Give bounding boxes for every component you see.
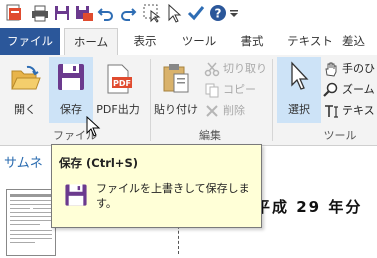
text-tool-button[interactable]: テキスト xyxy=(323,102,377,120)
help-icon[interactable]: ? xyxy=(208,3,228,23)
tab-file[interactable]: ファイル xyxy=(0,28,60,55)
group-separator xyxy=(150,59,151,141)
text-tool-label: テキスト xyxy=(342,104,377,117)
save-button[interactable]: 保存 xyxy=(49,57,93,123)
text-cursor-icon xyxy=(325,105,338,118)
page-thumbnail[interactable] xyxy=(6,189,56,256)
select-icon[interactable] xyxy=(164,3,184,23)
quick-access-toolbar: ? xyxy=(0,0,377,28)
copy-button[interactable]: コピー xyxy=(204,81,256,99)
delete-x-icon xyxy=(206,105,218,117)
svg-text:?: ? xyxy=(215,7,222,21)
zoom-tool-button[interactable]: ズーム xyxy=(323,81,375,99)
pdf-output-label: PDF出力 xyxy=(96,103,140,116)
app-icon xyxy=(6,4,21,21)
save-tooltip: 保存 (Ctrl+S) ファイルを上書きして保存します。 xyxy=(51,144,262,228)
edit-group-label: 編集 xyxy=(199,129,221,142)
pdf-badge-text: PDF xyxy=(113,79,131,88)
save-icon[interactable] xyxy=(52,3,72,23)
save-floppy-icon xyxy=(58,64,84,90)
undo-icon[interactable] xyxy=(96,3,116,23)
clipboard-icon xyxy=(163,64,189,93)
zoom-magnifier-icon xyxy=(323,82,338,97)
hand-tool-label: 手のひ xyxy=(342,62,375,75)
tab-text[interactable]: テキスト xyxy=(284,28,336,55)
hand-tool-button[interactable]: 手のひ xyxy=(323,60,375,78)
select-cursor-icon xyxy=(291,61,309,90)
thumbnail-preview xyxy=(10,194,52,243)
save-pdf-icon[interactable] xyxy=(74,3,94,23)
save-floppy-icon xyxy=(65,184,87,206)
customize-dropdown-icon[interactable] xyxy=(228,3,240,23)
delete-label: 削除 xyxy=(223,104,245,117)
open-folder-icon xyxy=(11,65,41,90)
select-tool-label: 選択 xyxy=(288,103,310,116)
checkmark-icon[interactable] xyxy=(186,3,206,23)
tab-mailmerge[interactable]: 差込 xyxy=(342,28,377,55)
scissors-icon xyxy=(204,62,220,77)
tools-group-label: ツール xyxy=(323,129,357,142)
group-separator xyxy=(272,59,273,141)
tab-tools[interactable]: ツール xyxy=(176,28,222,55)
redo-icon[interactable] xyxy=(118,3,138,23)
zoom-tool-label: ズーム xyxy=(342,83,375,96)
tooltip-title: 保存 (Ctrl+S) xyxy=(59,156,138,170)
tooltip-description: ファイルを上書きして保存します。 xyxy=(96,182,250,210)
delete-button[interactable]: 削除 xyxy=(204,102,245,120)
pdf-file-icon: PDF xyxy=(107,64,132,94)
open-button[interactable]: 開く xyxy=(4,59,46,121)
thumbnail-panel-header: サムネ xyxy=(4,156,43,171)
paste-label: 貼り付け xyxy=(154,103,198,116)
copy-label: コピー xyxy=(223,83,256,96)
tab-format[interactable]: 書式 xyxy=(232,28,272,55)
paste-button[interactable]: 貼り付け xyxy=(153,59,199,121)
pdf-output-button[interactable]: PDF PDF出力 xyxy=(94,59,142,121)
mouse-cursor-icon xyxy=(86,116,101,137)
ribbon-tabs: ファイル ホーム 表示 ツール 書式 テキスト 差込 xyxy=(0,28,377,57)
select-tool-button[interactable]: 選択 xyxy=(277,57,321,123)
document-heading: 平成 29 年分 xyxy=(255,198,363,216)
copy-icon xyxy=(205,83,219,98)
cut-label: 切り取り xyxy=(223,62,267,75)
hand-icon xyxy=(325,62,337,77)
ribbon: 開く 保存 PDF PDF出力 ファイル 貼り付け 切り取り コピー 削除 編集… xyxy=(0,55,377,146)
open-label: 開く xyxy=(14,103,36,116)
print-icon[interactable] xyxy=(30,3,50,23)
cut-button[interactable]: 切り取り xyxy=(204,60,267,78)
save-label: 保存 xyxy=(60,103,82,116)
area-select-icon[interactable] xyxy=(142,3,162,23)
tab-view[interactable]: 表示 xyxy=(122,28,168,55)
tab-home[interactable]: ホーム xyxy=(64,28,118,57)
